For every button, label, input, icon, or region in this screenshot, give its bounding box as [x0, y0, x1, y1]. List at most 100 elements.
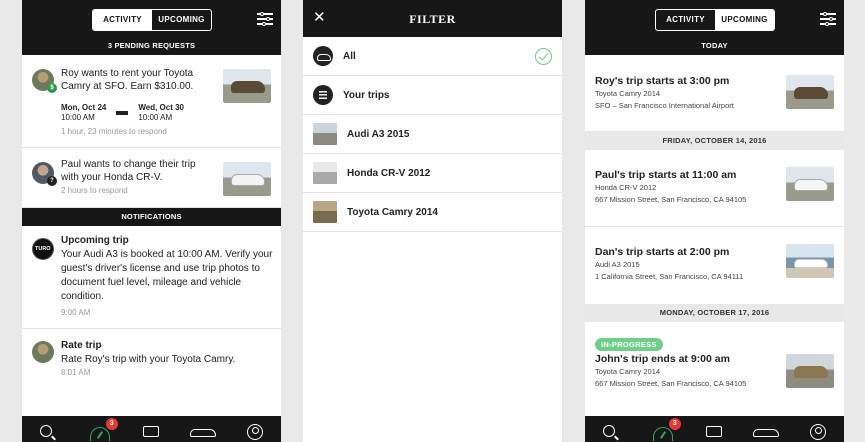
filter-icon[interactable]	[257, 11, 273, 26]
avatar: ?	[32, 162, 57, 186]
filter-option-label: Honda CR-V 2012	[347, 167, 431, 179]
turo-logo-icon: TURO	[32, 238, 54, 260]
vehicles-tab[interactable]	[190, 421, 217, 437]
messages-tab[interactable]	[704, 421, 724, 437]
filter-option-toyota[interactable]: Toyota Camry 2014	[303, 193, 562, 232]
search-tab[interactable]	[601, 421, 621, 437]
end-time: 10:00 AM	[138, 113, 173, 122]
request-item[interactable]: $ Roy wants to rent your Toyota Camry at…	[22, 55, 281, 148]
top-bar: ✕ FILTER	[303, 0, 562, 37]
activity-tab[interactable]: 3	[652, 418, 681, 441]
trip-title: John's trip ends at 9:00 am	[595, 353, 730, 365]
car-thumbnail	[786, 244, 834, 278]
filter-option-label: All	[343, 50, 356, 62]
car-thumbnail	[313, 162, 337, 184]
filter-option-label: Toyota Camry 2014	[347, 206, 438, 218]
messages-tab[interactable]	[141, 421, 161, 437]
user-icon	[810, 424, 827, 440]
notification-text: Rate Roy's trip with your Toyota Camry.	[61, 354, 236, 365]
trip-car: Toyota Camry 2014	[595, 89, 661, 98]
trip-item[interactable]: Roy's trip starts at 3:00 pm Toyota Camr…	[585, 55, 844, 132]
car-thumbnail	[313, 123, 337, 145]
page-title: FILTER	[409, 12, 456, 26]
trip-title: Dan's trip starts at 2:00 pm	[595, 246, 730, 258]
day-header: FRIDAY, OCTOBER 14, 2016	[585, 132, 844, 150]
trip-item[interactable]: IN-PROGRESS John's trip ends at 9:00 am …	[585, 322, 844, 412]
avatar: $	[32, 69, 57, 93]
start-day: Mon, Oct 24	[61, 103, 107, 112]
car-thumbnail	[786, 167, 834, 201]
car-thumbnail	[313, 201, 337, 223]
trip-title: Roy's trip starts at 3:00 pm	[595, 75, 730, 87]
search-icon	[602, 425, 615, 437]
profile-tab[interactable]	[245, 421, 265, 440]
tab-activity[interactable]: ACTIVITY	[656, 10, 715, 30]
filter-option-your-trips[interactable]: Your trips	[303, 76, 562, 115]
gauge-icon	[652, 427, 673, 441]
car-thumbnail	[786, 354, 834, 388]
tab-bar: 3	[585, 416, 844, 442]
filter-option-label: Audi A3 2015	[347, 128, 410, 140]
segmented-control: ACTIVITY UPCOMING	[92, 9, 212, 31]
car-thumbnail	[223, 69, 271, 103]
trip-item[interactable]: Paul's trip starts at 11:00 am Honda CR-…	[585, 150, 844, 227]
car-icon	[313, 46, 333, 66]
status-badge: IN-PROGRESS	[595, 334, 663, 352]
respond-time: 1 hour, 23 minutes to respond	[61, 127, 167, 136]
tab-activity[interactable]: ACTIVITY	[93, 10, 152, 30]
trip-car: Toyota Camry 2014	[595, 367, 661, 376]
tab-upcoming[interactable]: UPCOMING	[715, 10, 774, 30]
trip-title: Paul's trip starts at 11:00 am	[595, 169, 737, 181]
profile-tab[interactable]	[808, 421, 828, 440]
end-day: Wed, Oct 30	[138, 103, 184, 112]
notification-count-badge: 3	[105, 418, 118, 430]
trip-location: 1 California Street, San Francisco, CA 9…	[595, 272, 744, 281]
filter-option-label: Your trips	[343, 89, 390, 101]
search-tab[interactable]	[38, 421, 58, 437]
trip-location: 667 Mission Street, San Francisco, CA 94…	[595, 379, 747, 388]
tab-bar: 3	[22, 416, 281, 442]
trip-car: Honda CR-V 2012	[595, 183, 657, 192]
trip-car: Audi A3 2015	[595, 260, 640, 269]
notification-title: Upcoming trip	[61, 235, 129, 246]
day-header: MONDAY, OCTOBER 17, 2016	[585, 304, 844, 322]
arrow-right-icon	[116, 111, 129, 115]
activity-tab[interactable]: 3	[89, 418, 118, 441]
filter-screen: ✕ FILTER All Your trips Audi A3 2015 Hon…	[303, 0, 562, 442]
avatar	[32, 341, 54, 363]
trip-item[interactable]: Dan's trip starts at 2:00 pm Audi A3 201…	[585, 227, 844, 304]
notification-time: 9:00 AM	[61, 308, 91, 317]
filter-option-audi[interactable]: Audi A3 2015	[303, 115, 562, 154]
question-badge-icon: ?	[47, 176, 57, 186]
filter-option-honda[interactable]: Honda CR-V 2012	[303, 154, 562, 193]
tab-upcoming[interactable]: UPCOMING	[152, 10, 211, 30]
trip-location: 667 Mission Street, San Francisco, CA 94…	[595, 195, 747, 204]
vehicles-tab[interactable]	[753, 421, 780, 437]
activity-screen: ACTIVITY UPCOMING 3 PENDING REQUESTS $ R…	[22, 0, 281, 442]
trip-dates: Mon, Oct 24 10:00 AM Wed, Oct 30 10:00 AM	[61, 103, 184, 123]
notifications-header: NOTIFICATIONS	[22, 208, 281, 226]
notification-text: Your Audi A3 is booked at 10:00 AM. Veri…	[61, 249, 273, 302]
notification-item[interactable]: Rate trip Rate Roy's trip with your Toyo…	[22, 329, 281, 389]
notification-count-badge: 3	[668, 418, 681, 430]
dollar-badge-icon: $	[47, 83, 57, 93]
top-bar: ACTIVITY UPCOMING	[22, 0, 281, 37]
segmented-control: ACTIVITY UPCOMING	[655, 9, 775, 31]
request-text: Paul wants to change their trip with you…	[61, 159, 196, 183]
top-bar: ACTIVITY UPCOMING	[585, 0, 844, 37]
gauge-icon	[89, 427, 110, 441]
upcoming-screen: ACTIVITY UPCOMING TODAY Roy's trip start…	[585, 0, 844, 442]
check-icon	[535, 48, 552, 65]
request-item[interactable]: ? Paul wants to change their trip with y…	[22, 148, 281, 208]
car-thumbnail	[223, 162, 271, 196]
user-icon	[247, 424, 264, 440]
filter-option-all[interactable]: All	[303, 37, 562, 76]
notification-title: Rate trip	[61, 340, 102, 351]
respond-time: 2 hours to respond	[61, 186, 128, 195]
message-icon	[143, 426, 160, 437]
filter-icon[interactable]	[820, 11, 836, 26]
start-time: 10:00 AM	[61, 113, 95, 122]
notification-item[interactable]: TURO Upcoming trip Your Audi A3 is booke…	[22, 226, 281, 329]
list-icon	[313, 85, 333, 105]
notification-time: 8:01 AM	[61, 368, 91, 377]
